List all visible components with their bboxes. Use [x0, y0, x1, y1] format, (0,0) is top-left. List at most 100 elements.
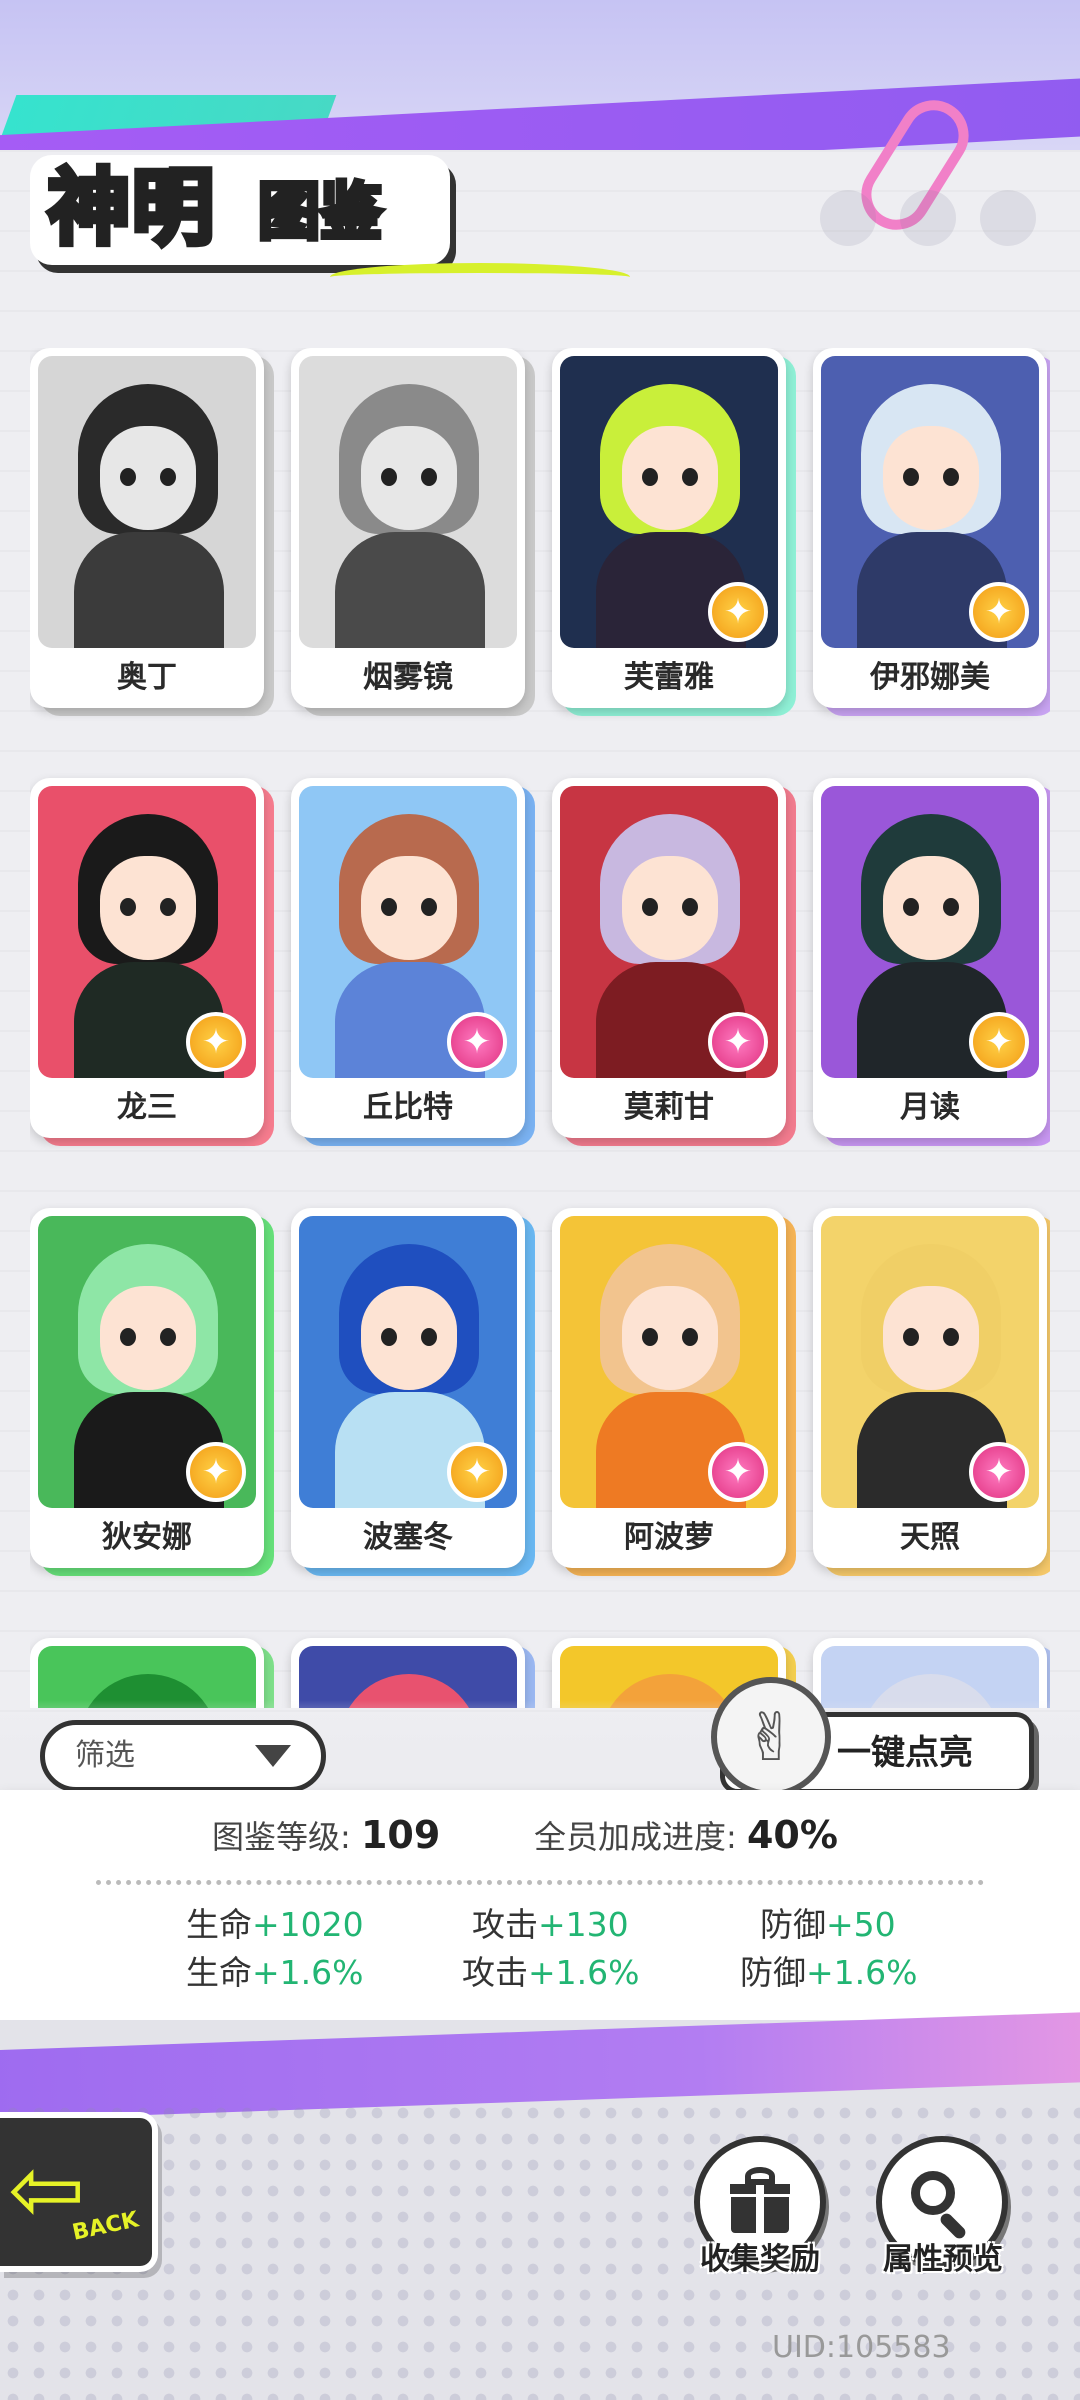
deity-card[interactable]: ✦ 丘比特 — [291, 778, 535, 1146]
collection-level: 图鉴等级: 109 — [212, 1812, 440, 1858]
deity-card-grid: ✦ 奥丁 ✦ 烟雾镜 ✦ 芙蕾雅 ✦ 伊邪娜美 ✦ 龙三 — [30, 348, 1050, 1708]
bonus-def-flat: 防御+50 — [760, 1898, 896, 1946]
deity-card[interactable]: ✦ — [30, 1638, 274, 1708]
deity-card[interactable]: ✦ 奥丁 — [30, 348, 274, 716]
bonus-hp-flat: 生命+1020 — [186, 1898, 364, 1946]
card-face: ✦ 烟雾镜 — [291, 348, 525, 708]
rank-badge-icon: ✦ — [186, 1012, 246, 1072]
rank-badge-icon: ✦ — [969, 1012, 1029, 1072]
card-face: ✦ 伊邪娜美 — [813, 348, 1047, 708]
card-face: ✦ 天照 — [813, 1208, 1047, 1568]
card-name: 莫莉甘 — [624, 1090, 714, 1125]
deity-card[interactable]: ✦ 龙三 — [30, 778, 274, 1146]
page-title: 神明 图鉴 — [30, 155, 630, 275]
gift-icon — [727, 2167, 793, 2233]
card-face: ✦ — [30, 1638, 264, 1708]
chevron-down-icon — [255, 1745, 291, 1767]
filter-label: 筛选 — [75, 1738, 135, 1773]
title-sub-text: 图鉴 — [255, 174, 384, 249]
bonus-label: 生命 — [186, 1905, 252, 1944]
collection-stats-panel: 图鉴等级: 109 全员加成进度: 40% 生命+1020 攻击+130 防御+… — [0, 1790, 1080, 2020]
card-face: ✦ 龙三 — [30, 778, 264, 1138]
deity-card[interactable]: ✦ 烟雾镜 — [291, 348, 535, 716]
card-portrait — [38, 1646, 256, 1708]
collect-reward-label: 收集奖励 — [700, 2242, 820, 2277]
bonus-hp-pct: 生命+1.6% — [186, 1946, 364, 1994]
rank-badge-icon: ✦ — [186, 1442, 246, 1502]
card-name: 丘比特 — [363, 1090, 453, 1125]
card-portrait — [821, 1646, 1039, 1708]
user-id: UID:105583 — [772, 2330, 951, 2365]
back-button[interactable]: ⇦ BACK — [0, 2112, 158, 2272]
card-face: ✦ — [813, 1638, 1047, 1708]
bonus-atk-pct: 攻击+1.6% — [462, 1946, 640, 1994]
bonus-label: 防御 — [760, 1905, 826, 1944]
team-bonus-progress: 全员加成进度: 40% — [534, 1812, 838, 1858]
deity-card[interactable]: ✦ 波塞冬 — [291, 1208, 535, 1576]
title-main-text: 神明 — [45, 158, 217, 259]
deity-card[interactable]: ✦ 芙蕾雅 — [552, 348, 796, 716]
card-face: ✦ 月读 — [813, 778, 1047, 1138]
card-name: 芙蕾雅 — [624, 660, 714, 695]
magnifier-icon — [907, 2167, 977, 2241]
bonus-value: +1020 — [252, 1905, 364, 1944]
collection-level-label: 图鉴等级: — [212, 1818, 351, 1856]
bonus-value: +1.6% — [252, 1953, 364, 1992]
rank-badge-icon: ✦ — [708, 1012, 768, 1072]
card-face: ✦ — [291, 1638, 525, 1708]
card-face: ✦ 奥丁 — [30, 348, 264, 708]
bonus-label: 防御 — [740, 1953, 806, 1992]
rank-badge-icon: ✦ — [447, 1012, 507, 1072]
bonus-value: +130 — [538, 1905, 629, 1944]
cheer-figure-icon: ✌ — [711, 1677, 831, 1797]
card-face: ✦ 丘比特 — [291, 778, 525, 1138]
divider — [96, 1880, 984, 1885]
deity-card[interactable]: ✦ 莫莉甘 — [552, 778, 796, 1146]
deity-card[interactable]: ✦ 天照 — [813, 1208, 1050, 1576]
attribute-preview-label: 属性预览 — [883, 2242, 1003, 2277]
rank-badge-icon: ✦ — [969, 582, 1029, 642]
card-name: 烟雾镜 — [363, 660, 453, 695]
bonus-value: +1.6% — [806, 1953, 918, 1992]
card-name: 波塞冬 — [363, 1520, 453, 1555]
light-all-button[interactable]: ✌ 一键点亮 — [711, 1677, 1034, 1797]
bonus-label: 攻击 — [472, 1905, 538, 1944]
card-face: ✦ 波塞冬 — [291, 1208, 525, 1568]
bonus-value: +1.6% — [528, 1953, 640, 1992]
deity-card[interactable]: ✦ — [291, 1638, 535, 1708]
collection-level-value: 109 — [360, 1813, 441, 1857]
title-underline — [330, 263, 630, 291]
filter-dropdown[interactable]: 筛选 — [40, 1720, 326, 1792]
rank-badge-icon: ✦ — [708, 1442, 768, 1502]
deity-card[interactable]: ✦ — [813, 1638, 1050, 1708]
card-face: ✦ 狄安娜 — [30, 1208, 264, 1568]
card-portrait — [299, 1646, 517, 1708]
card-name: 龙三 — [117, 1090, 177, 1125]
bonus-atk-flat: 攻击+130 — [472, 1898, 629, 1946]
decor-dot — [900, 190, 956, 246]
team-bonus-progress-value: 40% — [746, 1813, 838, 1857]
card-name: 伊邪娜美 — [870, 660, 990, 695]
card-name: 月读 — [900, 1090, 960, 1125]
card-name: 天照 — [900, 1520, 960, 1555]
deity-card[interactable]: ✦ 狄安娜 — [30, 1208, 274, 1576]
card-face: ✦ 芙蕾雅 — [552, 348, 786, 708]
bonus-value: +50 — [826, 1905, 896, 1944]
card-portrait — [299, 356, 517, 648]
deity-card[interactable]: ✦ 阿波萝 — [552, 1208, 796, 1576]
card-name: 狄安娜 — [102, 1520, 192, 1555]
rank-badge-icon: ✦ — [969, 1442, 1029, 1502]
card-name: 阿波萝 — [624, 1520, 714, 1555]
deity-card[interactable]: ✦ 月读 — [813, 778, 1050, 1146]
rank-badge-icon: ✦ — [447, 1442, 507, 1502]
decor-dot — [980, 190, 1036, 246]
light-all-label: 一键点亮 — [837, 1733, 973, 1773]
team-bonus-progress-label: 全员加成进度: — [534, 1818, 737, 1856]
bonus-def-pct: 防御+1.6% — [740, 1946, 918, 1994]
decor-dot — [820, 190, 876, 246]
bonus-label: 生命 — [186, 1953, 252, 1992]
card-portrait — [38, 356, 256, 648]
deity-card[interactable]: ✦ 伊邪娜美 — [813, 348, 1050, 716]
card-face: ✦ 莫莉甘 — [552, 778, 786, 1138]
card-face: ✦ 阿波萝 — [552, 1208, 786, 1568]
